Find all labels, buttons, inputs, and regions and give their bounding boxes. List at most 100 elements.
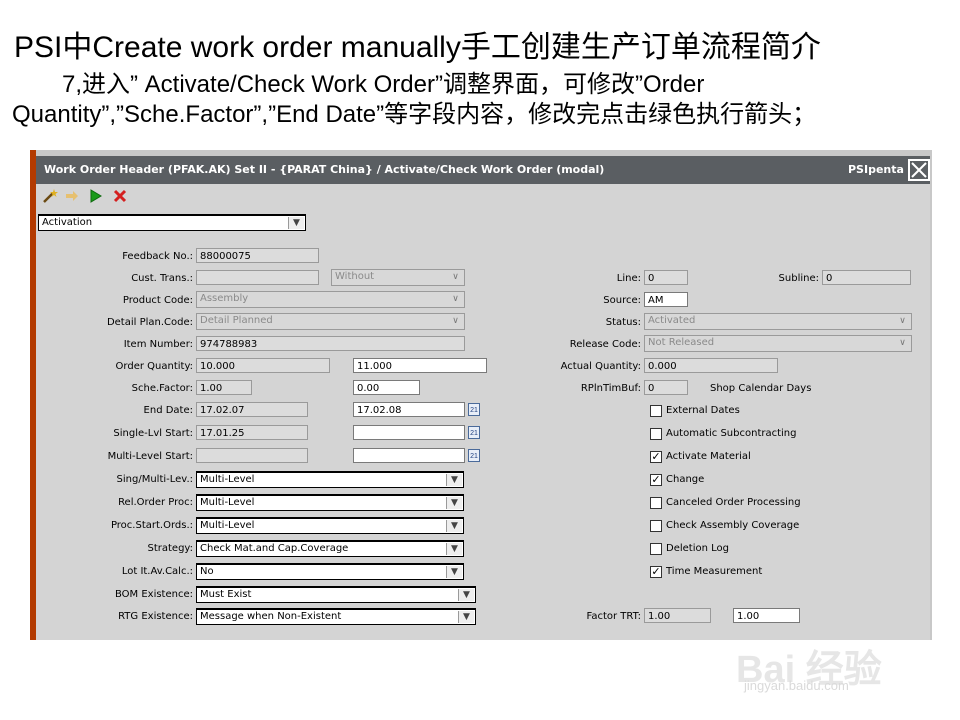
strategy-label: Strategy: bbox=[147, 543, 194, 554]
chevron-down-icon: ∨ bbox=[899, 338, 906, 348]
factor-trt-field[interactable]: 1.00 bbox=[644, 608, 711, 623]
bom-existence-label: BOM Existence: bbox=[114, 589, 193, 600]
chevron-down-icon: ▼ bbox=[446, 543, 462, 555]
sche-factor-field[interactable]: 1.00 bbox=[196, 380, 252, 395]
automatic-subcontracting-checkbox[interactable] bbox=[650, 428, 662, 440]
feedback-no-field[interactable]: 88000075 bbox=[196, 248, 319, 263]
external-dates-checkbox[interactable] bbox=[650, 405, 662, 417]
chevron-down-icon: ▼ bbox=[288, 217, 304, 229]
product-code-value: Assembly bbox=[200, 293, 249, 304]
calendar-icon[interactable]: 21 bbox=[468, 403, 480, 416]
cust-trans-select[interactable]: Without ∨ bbox=[331, 269, 465, 286]
multi-level-start-label: Multi-Level Start: bbox=[107, 451, 193, 462]
actual-quantity-label: Actual Quantity: bbox=[560, 361, 641, 372]
change-checkbox[interactable]: ✓ bbox=[650, 474, 662, 486]
lot-it-av-calc-label: Lot It.Av.Calc.: bbox=[121, 566, 193, 577]
source-label: Source: bbox=[603, 295, 641, 306]
order-quantity-new-field[interactable]: 11.000 bbox=[353, 358, 487, 373]
chevron-down-icon: ∨ bbox=[452, 272, 459, 282]
subline-label: Subline: bbox=[778, 273, 819, 284]
lot-it-av-calc-select[interactable]: No ▼ bbox=[196, 563, 464, 580]
detail-plan-code-value: Detail Planned bbox=[200, 315, 273, 326]
single-lvl-start-field[interactable]: 17.01.25 bbox=[196, 425, 308, 440]
item-number-label: Item Number: bbox=[123, 339, 193, 350]
end-date-field[interactable]: 17.02.07 bbox=[196, 402, 308, 417]
rel-order-proc-value: Multi-Level bbox=[200, 497, 255, 508]
sche-factor-label: Sche.Factor: bbox=[131, 383, 193, 394]
check-assembly-coverage-label: Check Assembly Coverage bbox=[666, 520, 800, 531]
lot-it-av-calc-value: No bbox=[200, 566, 214, 577]
bom-existence-value: Must Exist bbox=[200, 589, 252, 600]
detail-plan-code-select[interactable]: Detail Planned ∨ bbox=[196, 313, 465, 330]
time-measurement-label: Time Measurement bbox=[666, 566, 763, 577]
check-assembly-coverage-checkbox[interactable] bbox=[650, 520, 662, 532]
slide-subtitle-line2: Quantity”,”Sche.Factor”,”End Date”等字段内容，… bbox=[12, 101, 817, 128]
work-order-window: Work Order Header (PFAK.AK) Set II - {PA… bbox=[30, 150, 932, 640]
chevron-down-icon: ∨ bbox=[452, 294, 459, 304]
cancel-icon[interactable] bbox=[112, 188, 128, 209]
canceled-order-processing-checkbox[interactable] bbox=[650, 497, 662, 509]
close-icon[interactable] bbox=[908, 159, 930, 181]
proc-start-ords-value: Multi-Level bbox=[200, 520, 255, 531]
product-code-select[interactable]: Assembly ∨ bbox=[196, 291, 465, 308]
rplntimbuf-label: RPlnTimBuf: bbox=[580, 383, 641, 394]
calendar-icon[interactable]: 21 bbox=[468, 426, 480, 439]
mode-select[interactable]: Activation ▼ bbox=[38, 214, 306, 231]
activate-material-checkbox[interactable]: ✓ bbox=[650, 451, 662, 463]
magic-wand-icon[interactable] bbox=[42, 188, 58, 209]
line-field[interactable]: 0 bbox=[644, 270, 688, 285]
sche-factor-new-field[interactable]: 0.00 bbox=[353, 380, 420, 395]
proc-start-ords-label: Proc.Start.Ords.: bbox=[110, 520, 193, 531]
strategy-value: Check Mat.and Cap.Coverage bbox=[200, 543, 349, 554]
release-code-label: Release Code: bbox=[569, 339, 641, 350]
feedback-no-label: Feedback No.: bbox=[122, 251, 193, 262]
rel-order-proc-select[interactable]: Multi-Level ▼ bbox=[196, 494, 464, 511]
chevron-down-icon: ▼ bbox=[446, 474, 462, 486]
source-field[interactable]: AM bbox=[644, 292, 688, 307]
sing-multi-lev-value: Multi-Level bbox=[200, 474, 255, 485]
sing-multi-lev-select[interactable]: Multi-Level ▼ bbox=[196, 471, 464, 488]
rplntimbuf-field[interactable]: 0 bbox=[644, 380, 688, 395]
rtg-existence-select[interactable]: Message when Non-Existent ▼ bbox=[196, 608, 476, 625]
release-code-value: Not Released bbox=[648, 337, 715, 348]
chevron-down-icon: ▼ bbox=[446, 566, 462, 578]
factor-trt-new-field[interactable]: 1.00 bbox=[733, 608, 800, 623]
play-icon[interactable] bbox=[88, 188, 104, 209]
external-dates-label: External Dates bbox=[666, 405, 740, 416]
deletion-log-checkbox[interactable] bbox=[650, 543, 662, 555]
actual-quantity-field[interactable]: 0.000 bbox=[644, 358, 778, 373]
release-code-select[interactable]: Not Released ∨ bbox=[644, 335, 912, 352]
proc-start-ords-select[interactable]: Multi-Level ▼ bbox=[196, 517, 464, 534]
form-area: Activation ▼ Feedback No.: 88000075 Cust… bbox=[36, 210, 930, 640]
brand-label: PSIpenta bbox=[848, 163, 904, 176]
bom-existence-select[interactable]: Must Exist ▼ bbox=[196, 586, 476, 603]
rel-order-proc-label: Rel.Order Proc: bbox=[118, 497, 193, 508]
status-value: Activated bbox=[648, 315, 696, 326]
arrow-right-icon[interactable] bbox=[64, 188, 80, 209]
cust-trans-field[interactable] bbox=[196, 270, 319, 285]
mode-select-value: Activation bbox=[42, 217, 93, 228]
strategy-select[interactable]: Check Mat.and Cap.Coverage ▼ bbox=[196, 540, 464, 557]
end-date-label: End Date: bbox=[143, 405, 193, 416]
order-quantity-field[interactable]: 10.000 bbox=[196, 358, 330, 373]
chevron-down-icon: ▼ bbox=[458, 589, 474, 601]
slide-title: PSI中Create work order manually手工创建生产订单流程… bbox=[14, 31, 821, 64]
cust-trans-select-value: Without bbox=[335, 271, 375, 282]
factor-trt-label: Factor TRT: bbox=[586, 611, 642, 622]
canceled-order-processing-label: Canceled Order Processing bbox=[666, 497, 801, 508]
status-select[interactable]: Activated ∨ bbox=[644, 313, 912, 330]
end-date-new-field[interactable]: 17.02.08 bbox=[353, 402, 465, 417]
product-code-label: Product Code: bbox=[122, 295, 193, 306]
chevron-down-icon: ▼ bbox=[446, 497, 462, 509]
time-measurement-checkbox[interactable]: ✓ bbox=[650, 566, 662, 578]
single-lvl-start-new-field[interactable] bbox=[353, 425, 465, 440]
subline-field[interactable]: 0 bbox=[822, 270, 911, 285]
item-number-field[interactable]: 974788983 bbox=[196, 336, 465, 351]
multi-level-start-field[interactable] bbox=[196, 448, 308, 463]
chevron-down-icon: ▼ bbox=[458, 611, 474, 623]
multi-level-start-new-field[interactable] bbox=[353, 448, 465, 463]
calendar-icon[interactable]: 21 bbox=[468, 449, 480, 462]
activate-material-label: Activate Material bbox=[666, 451, 751, 462]
rtg-existence-value: Message when Non-Existent bbox=[200, 611, 342, 622]
toolbar bbox=[36, 184, 930, 210]
